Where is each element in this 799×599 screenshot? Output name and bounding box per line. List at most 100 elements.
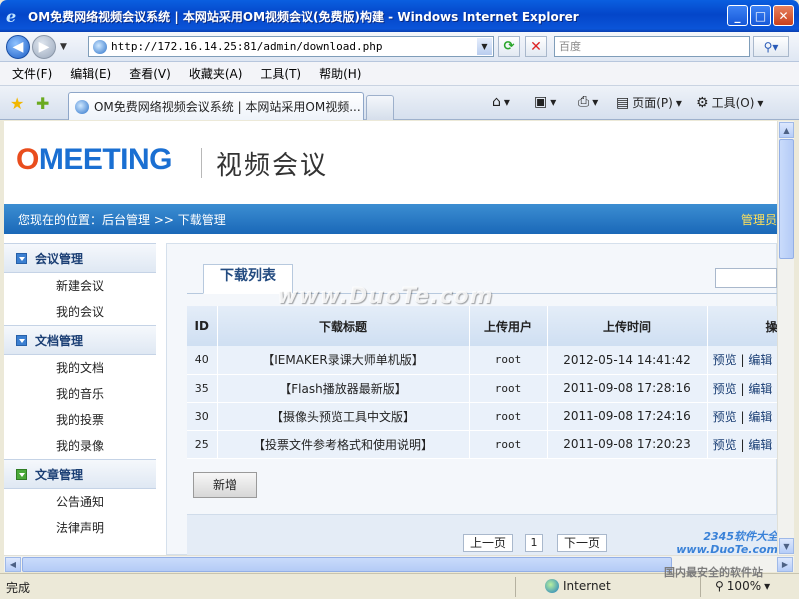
row-title: 【摄像头预览工具中文版】 — [217, 402, 470, 431]
back-button[interactable]: ◀ — [6, 34, 30, 59]
address-dropdown-icon[interactable]: ▼ — [477, 38, 492, 55]
forward-button[interactable]: ▶ — [32, 34, 56, 59]
row-title: 【Flash播放器最新版】 — [217, 374, 470, 403]
history-dropdown-icon[interactable]: ▼ — [60, 42, 67, 52]
page-viewport: OMEETING 视频会议 您现在的位置：后台管理 >> 下载管理 管理员 会议… — [4, 121, 777, 555]
status-bar: 完成 Internet ⚲ 100% ▾ 国内最安全的软件站 — [0, 566, 799, 599]
row-actions: 预览 | 编辑 — [707, 374, 777, 403]
address-bar[interactable]: http://172.16.14.25:81/admin/download.ph… — [88, 36, 494, 57]
expand-icon — [16, 334, 27, 346]
preview-link[interactable]: 预览 — [713, 410, 737, 424]
main-panel: 下载列表 ID 下载标题 上传用户 上传时间 操 40 【IEMAKER录课大师… — [166, 243, 777, 555]
menu-help[interactable]: 帮助(H) — [319, 65, 361, 82]
home-icon: ⌂ — [492, 94, 501, 110]
zoom-control[interactable]: ⚲ 100% ▾ — [715, 579, 770, 593]
ie-logo-icon: e — [6, 7, 17, 26]
tab-page-icon — [75, 99, 89, 114]
search-input[interactable] — [715, 268, 777, 288]
scroll-down-icon[interactable]: ▼ — [779, 538, 794, 554]
row-actions: 预览 | 编辑 — [707, 402, 777, 431]
menu-view[interactable]: 查看(V) — [129, 65, 171, 82]
sidebar-item-my-documents[interactable]: 我的文档 — [4, 355, 156, 381]
menu-favorites[interactable]: 收藏夹(A) — [189, 65, 243, 82]
row-user: root — [469, 430, 548, 459]
badge-line: www.DuoTe.com — [676, 543, 777, 555]
col-id: ID — [187, 306, 218, 346]
tools-menu-button[interactable]: ⚙ 工具(O) ▾ — [696, 94, 763, 111]
favorites-star-icon[interactable]: ★ — [10, 94, 24, 113]
close-button[interactable]: ✕ — [773, 5, 794, 26]
sidebar-group-articles[interactable]: 文章管理 — [4, 459, 156, 489]
page-icon — [93, 39, 107, 54]
search-input[interactable]: 百度 — [554, 36, 750, 57]
download-table: ID 下载标题 上传用户 上传时间 操 40 【IEMAKER录课大师单机版】 … — [187, 306, 777, 459]
breadcrumb: 您现在的位置：后台管理 >> 下载管理 — [18, 213, 226, 227]
table-row: 30 【摄像头预览工具中文版】 root 2011-09-08 17:24:16… — [187, 402, 777, 431]
row-actions: 预览 | 编辑 — [707, 430, 777, 459]
edit-link[interactable]: 编辑 — [748, 353, 772, 367]
col-user: 上传用户 — [469, 306, 548, 346]
row-time: 2011-09-08 17:24:16 — [547, 402, 708, 431]
row-id: 30 — [187, 402, 218, 431]
scroll-up-icon[interactable]: ▲ — [779, 122, 794, 138]
prev-page-button[interactable]: 上一页 — [463, 534, 513, 552]
row-time: 2011-09-08 17:28:16 — [547, 374, 708, 403]
scroll-right-icon[interactable]: ▶ — [777, 557, 793, 572]
search-button[interactable]: ⚲ ▾ — [753, 36, 789, 57]
menu-edit[interactable]: 编辑(E) — [70, 65, 111, 82]
horizontal-scroll-thumb[interactable] — [22, 557, 672, 572]
preview-link[interactable]: 预览 — [713, 382, 737, 396]
admin-link[interactable]: 管理员 — [741, 211, 777, 228]
new-tab-button[interactable] — [366, 95, 394, 120]
preview-link[interactable]: 预览 — [713, 438, 737, 452]
scroll-left-icon[interactable]: ◀ — [5, 557, 21, 572]
zoom-icon: ⚲ — [715, 579, 724, 593]
minimize-button[interactable]: _ — [727, 5, 748, 26]
status-separator — [700, 577, 701, 597]
address-toolbar: ◀ ▶ ▼ http://172.16.14.25:81/admin/downl… — [0, 32, 799, 62]
sidebar-item-new-meeting[interactable]: 新建会议 — [4, 273, 156, 299]
vertical-scroll-thumb[interactable] — [779, 139, 794, 259]
sidebar-group-meeting[interactable]: 会议管理 — [4, 243, 156, 273]
sidebar-item-my-meetings[interactable]: 我的会议 — [4, 299, 156, 325]
logo-divider — [201, 148, 202, 178]
vertical-scrollbar[interactable]: ▲ ▼ — [777, 121, 794, 555]
next-page-button[interactable]: 下一页 — [557, 534, 607, 552]
add-button[interactable]: 新增 — [193, 472, 257, 498]
edit-link[interactable]: 编辑 — [748, 438, 772, 452]
menu-tools[interactable]: 工具(T) — [260, 65, 301, 82]
sidebar-item-my-music[interactable]: 我的音乐 — [4, 381, 156, 407]
feeds-button[interactable]: ▣ ▾ — [534, 94, 556, 110]
refresh-button[interactable]: ⟳ — [498, 36, 520, 57]
sidebar-group-documents[interactable]: 文档管理 — [4, 325, 156, 355]
expand-icon — [16, 468, 27, 480]
sidebar-item-legal[interactable]: 法律声明 — [4, 515, 156, 541]
logo-subtitle: 视频会议 — [216, 151, 329, 181]
home-button[interactable]: ⌂ ▾ — [492, 94, 510, 110]
current-page[interactable]: 1 — [525, 534, 543, 552]
edit-link[interactable]: 编辑 — [748, 410, 772, 424]
site-logo[interactable]: OMEETING — [16, 143, 173, 177]
sidebar-item-my-votes[interactable]: 我的投票 — [4, 407, 156, 433]
search-icon: ⚲ — [763, 39, 773, 54]
sidebar-item-my-recordings[interactable]: 我的录像 — [4, 433, 156, 459]
tools-menu-label: 工具(O) — [711, 96, 755, 110]
edit-link[interactable]: 编辑 — [748, 382, 772, 396]
print-button[interactable]: ⎙ ▾ — [578, 94, 598, 110]
row-id: 35 — [187, 374, 218, 403]
row-id: 40 — [187, 346, 218, 375]
preview-link[interactable]: 预览 — [713, 353, 737, 367]
col-actions: 操 — [707, 306, 777, 346]
security-zone[interactable]: Internet — [545, 579, 611, 593]
sidebar-item-announcements[interactable]: 公告通知 — [4, 489, 156, 515]
menu-file[interactable]: 文件(F) — [12, 65, 52, 82]
maximize-button[interactable]: □ — [750, 5, 771, 26]
stop-button[interactable]: ✕ — [525, 36, 547, 57]
browser-tab[interactable]: OM免费网络视频会议系统 | 本网站采用OM视频... — [68, 92, 364, 120]
zoom-level: 100% — [726, 579, 762, 593]
print-icon: ⎙ — [578, 94, 590, 110]
address-url[interactable]: http://172.16.14.25:81/admin/download.ph… — [111, 40, 383, 53]
add-favorite-icon[interactable]: ✚ — [36, 94, 49, 113]
page-menu-button[interactable]: ▤ 页面(P) ▾ — [616, 94, 682, 111]
window-title: OM免费网络视频会议系统 | 本网站采用OM视频会议(免费版)构建 - Wind… — [28, 9, 579, 24]
